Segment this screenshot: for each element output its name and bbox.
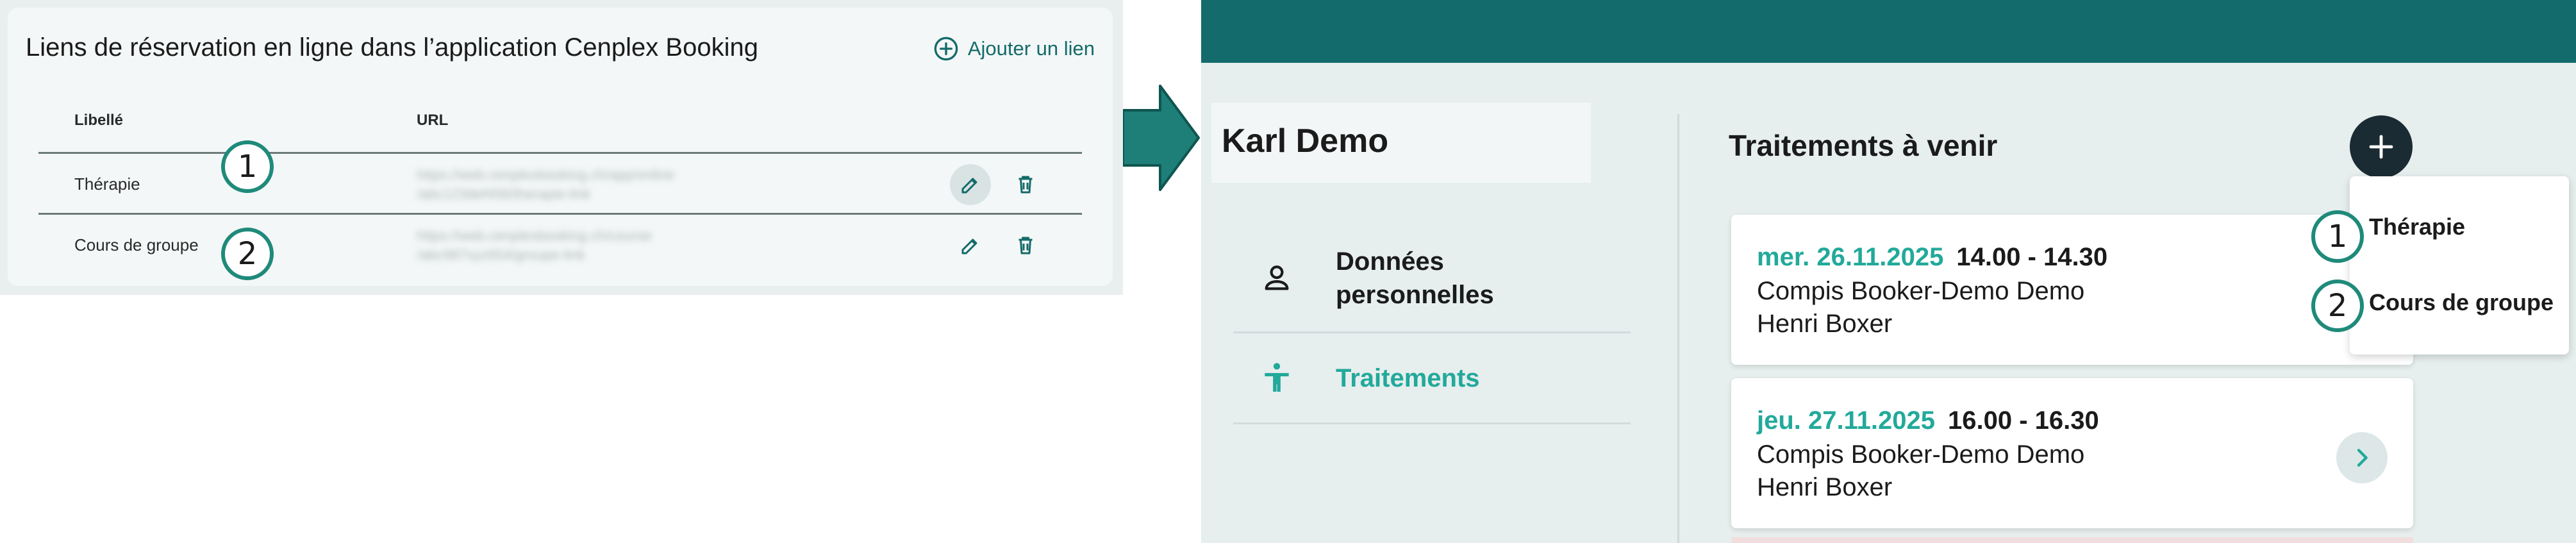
appointment-service: Compis Booker-Demo Demo	[1757, 277, 2085, 305]
pencil-icon	[961, 238, 977, 255]
row-url-blurred: https://web.cenplexbooking.ch/course /ab…	[417, 228, 652, 263]
add-treatment-button[interactable]	[2350, 115, 2413, 178]
right-arrow-icon	[1123, 85, 1200, 191]
plus-circle-icon	[934, 37, 958, 61]
booking-links-card: Liens de réservation en ligne dans l’app…	[8, 8, 1113, 286]
add-link-button[interactable]: Ajouter un lien	[933, 36, 1095, 62]
appointment-service: Compis Booker-Demo Demo	[1757, 440, 2085, 469]
chevron-right-icon	[2357, 449, 2368, 467]
appointment-therapist: Henri Boxer	[1757, 310, 1893, 338]
table-header: Libellé URL	[38, 104, 1082, 154]
nav-item-personal-data[interactable]: Données personnelles	[1233, 224, 1631, 333]
table-row: Thérapie https://web.cenplexbooking.ch/a…	[38, 154, 1082, 215]
add-link-label: Ajouter un lien	[967, 37, 1095, 60]
row-label: Thérapie	[74, 174, 140, 194]
table-row: Cours de groupe https://web.cenplexbooki…	[38, 215, 1082, 276]
nav-item-treatments[interactable]: Traitements	[1233, 333, 1631, 424]
person-icon	[1265, 265, 1289, 290]
appointment-datetime: jeu. 27.11.2025 16.00 - 16.30	[1757, 406, 2099, 435]
appointment-therapist: Henri Boxer	[1757, 473, 1893, 501]
row-actions	[950, 164, 1046, 205]
vertical-divider	[1677, 114, 1679, 543]
side-navigation: Données personnelles Traitements	[1233, 224, 1631, 424]
trash-icon	[1018, 176, 1033, 194]
row-label: Cours de groupe	[74, 235, 199, 255]
card-title: Liens de réservation en ligne dans l’app…	[26, 33, 758, 62]
appointment-datetime: mer. 26.11.2025 14.00 - 14.30	[1757, 243, 2108, 271]
booking-app: Karl Demo Données personnelles Traitemen…	[1201, 0, 2576, 543]
callout-badge-2: 2	[2311, 280, 2364, 332]
patient-name: Karl Demo	[1222, 122, 1389, 160]
edit-button[interactable]	[950, 225, 991, 266]
column-header-url: URL	[417, 112, 449, 129]
plus-icon	[2369, 135, 2393, 159]
column-header-label: Libellé	[74, 112, 124, 129]
menu-item-cours-de-groupe[interactable]: Cours de groupe	[2369, 289, 2554, 316]
links-table: Libellé URL Thérapie https://web.cenplex…	[38, 104, 1082, 276]
appointment-card[interactable]: jeu. 27.11.2025 16.00 - 16.30 Compis Book…	[1731, 378, 2413, 528]
pencil-icon	[961, 178, 977, 194]
appointment-card-partial	[1731, 537, 2413, 543]
menu-item-therapie[interactable]: Thérapie	[2369, 213, 2465, 240]
add-treatment-menu: Thérapie Cours de groupe	[2350, 176, 2569, 355]
trash-icon	[1018, 237, 1033, 255]
nav-label: Traitements	[1336, 363, 1480, 392]
row-actions	[950, 225, 1046, 266]
callout-badge-1: 1	[221, 140, 274, 193]
callout-badge-1: 1	[2311, 210, 2364, 263]
delete-button[interactable]	[1005, 164, 1046, 205]
delete-button[interactable]	[1005, 225, 1046, 266]
settings-panel: Liens de réservation en ligne dans l’app…	[0, 0, 1123, 295]
patient-header: Karl Demo	[1211, 103, 1591, 183]
nav-label: Données personnelles	[1336, 247, 1494, 309]
callout-badge-2: 2	[221, 228, 274, 280]
section-title: Traitements à venir	[1729, 129, 1998, 162]
open-appointment-button[interactable]	[2336, 432, 2388, 483]
top-bar	[1201, 0, 2576, 63]
edit-button[interactable]	[950, 164, 991, 205]
row-url-blurred: https://web.cenplexbooking.ch/app/online…	[417, 167, 675, 202]
accessibility-icon	[1265, 362, 1289, 392]
